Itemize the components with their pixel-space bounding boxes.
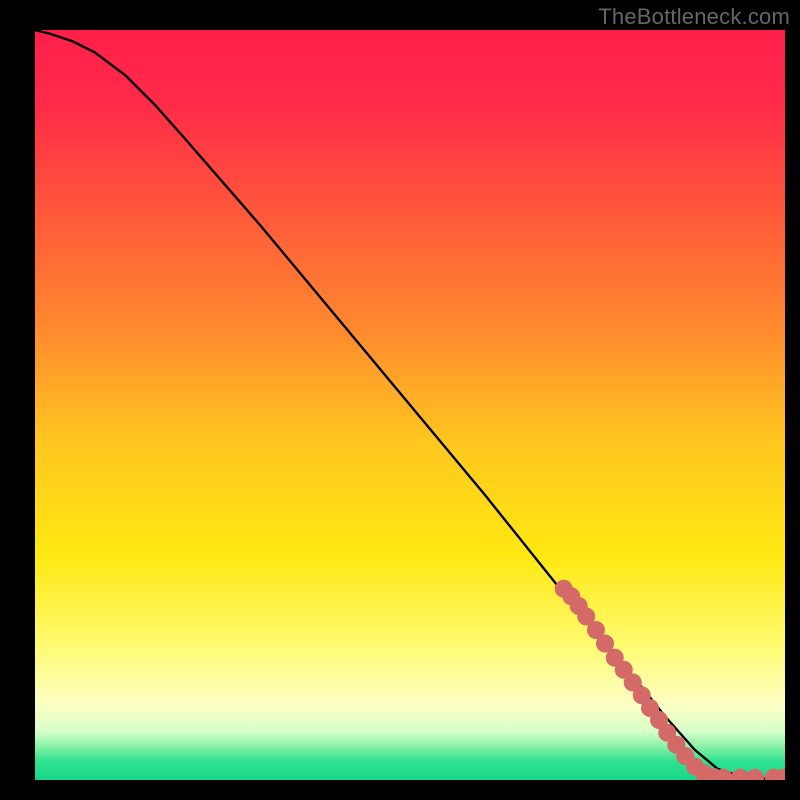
- data-point: [775, 769, 793, 787]
- data-point: [715, 769, 733, 787]
- watermark-text: TheBottleneck.com: [598, 4, 790, 30]
- data-point: [746, 769, 764, 787]
- bottleneck-chart: [0, 0, 800, 800]
- chart-frame: TheBottleneck.com: [0, 0, 800, 800]
